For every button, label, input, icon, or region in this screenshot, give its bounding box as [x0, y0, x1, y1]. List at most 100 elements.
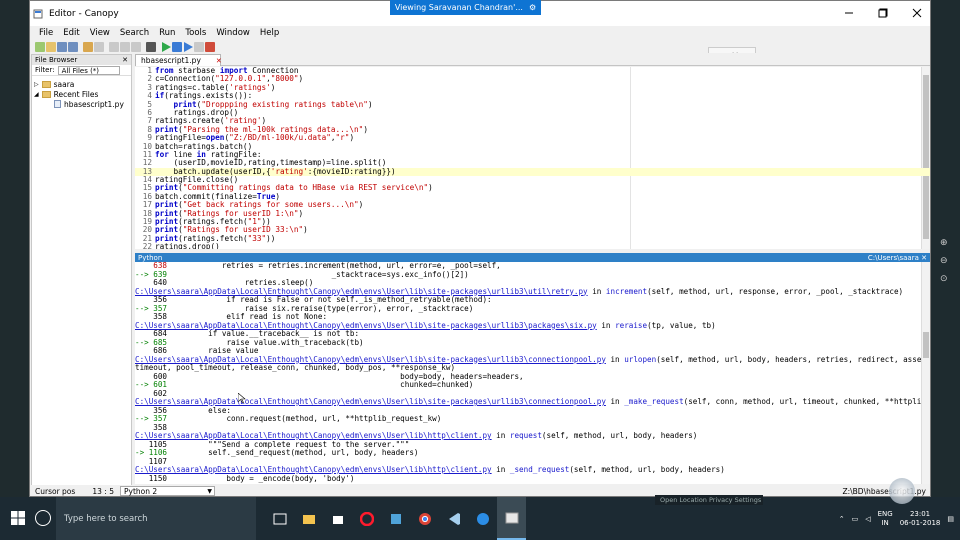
editor-tab-bar: hbasescript1.py ✕	[135, 53, 930, 66]
menu-window[interactable]: Window	[211, 27, 255, 40]
edge-icon[interactable]	[468, 497, 497, 540]
code-line[interactable]: 13 batch.update(userID,{'rating':{movieI…	[135, 166, 930, 177]
minimize-icon[interactable]	[842, 7, 856, 19]
windows-start-icon[interactable]	[7, 507, 29, 529]
console-text: (self, method, url, body, headers)	[569, 465, 725, 474]
console-text: (tp, value, tb)	[647, 320, 716, 330]
volume-icon[interactable]: ◁	[865, 515, 870, 523]
python-version-select[interactable]: Python 2 ▼	[120, 486, 215, 496]
menu-run[interactable]: Run	[154, 27, 180, 40]
zoom-out-icon[interactable]: ⊖	[940, 256, 952, 268]
run-selection-icon[interactable]	[172, 42, 182, 52]
console-text: in	[605, 354, 625, 364]
close-icon[interactable]: ✕	[921, 254, 927, 262]
chevron-right-icon[interactable]: ▷	[34, 81, 39, 88]
chrome-icon[interactable]	[410, 497, 439, 540]
console-text: in	[596, 320, 616, 330]
python-console[interactable]: 638 retries = retries.increment(method, …	[135, 262, 930, 484]
store-icon[interactable]	[323, 497, 352, 540]
mouse-cursor-icon	[238, 393, 246, 403]
cursor-position: Cursor pos 13 : 5	[35, 487, 120, 496]
new-file-icon[interactable]	[35, 42, 45, 52]
notifications-icon[interactable]: ▤	[947, 515, 954, 523]
file-explorer-icon[interactable]	[294, 497, 323, 540]
taskbar-apps	[265, 497, 526, 540]
code-line[interactable]: 9 ratingFile=open("Z:/BD/ml-100k/u.data",…	[135, 133, 930, 142]
canopy-editor-window: Editor - Canopy File Edit View Search Ru…	[29, 0, 931, 497]
network-icon[interactable]: ▭	[852, 515, 859, 523]
run-to-cursor-icon[interactable]	[184, 42, 193, 52]
console-line: -> 1106 self._send_request(method, url, …	[135, 448, 930, 458]
console-text: conn.request(method, url, **httplib_requ…	[167, 414, 442, 423]
stop-icon[interactable]	[194, 42, 204, 52]
clock[interactable]: 23:01 06-01-2018	[900, 510, 941, 528]
close-icon[interactable]: ✕	[122, 56, 128, 64]
restart-kernel-icon[interactable]	[205, 42, 215, 52]
chevron-up-icon[interactable]: ⌃	[839, 515, 845, 523]
zoom-in-icon[interactable]: ⊕	[940, 238, 952, 250]
chevron-down-icon[interactable]: ◢	[34, 91, 39, 98]
maximize-icon[interactable]	[876, 7, 890, 19]
close-tab-icon[interactable]: ✕	[216, 57, 222, 65]
tab-hbasescript1[interactable]: hbasescript1.py ✕	[135, 54, 222, 66]
menu-tools[interactable]: Tools	[180, 27, 211, 40]
undo-icon[interactable]	[83, 42, 93, 52]
python-shell-cwd: C:\Users\saara ✕	[867, 253, 927, 262]
save-all-icon[interactable]	[68, 42, 78, 52]
cut-icon[interactable]	[109, 42, 119, 52]
cursor-pos-label: Cursor pos	[35, 486, 76, 496]
open-folder-icon[interactable]	[46, 42, 56, 52]
menu-view[interactable]: View	[85, 27, 115, 40]
code-token: 'rating'	[270, 166, 308, 176]
console-text: reraise	[615, 320, 648, 330]
tree-item-hbasescript1[interactable]: hbasescript1.py	[34, 99, 129, 109]
debug-icon[interactable]	[146, 42, 156, 52]
file-browser-header: File Browser ✕	[32, 55, 131, 65]
console-text: in	[491, 465, 510, 474]
menu-edit[interactable]: Edit	[58, 27, 84, 40]
tree-item-recent-files[interactable]: ◢ Recent Files	[34, 89, 129, 99]
code-line[interactable]: 3 ratings=c.table('ratings')	[135, 82, 930, 92]
taskbar-search[interactable]: Type here to search	[56, 497, 256, 540]
save-icon[interactable]	[57, 42, 67, 52]
redo-icon[interactable]	[94, 42, 104, 52]
menu-search[interactable]: Search	[115, 27, 154, 40]
menu-help[interactable]: Help	[255, 27, 284, 40]
paste-icon[interactable]	[131, 42, 141, 52]
canopy-taskbar-icon[interactable]	[497, 497, 526, 540]
scrollbar-thumb[interactable]	[923, 332, 929, 358]
console-scrollbar[interactable]	[921, 262, 930, 484]
filter-label: Filter:	[35, 66, 55, 74]
tree-item-saara[interactable]: ▷ saara	[34, 79, 129, 89]
visual-studio-icon[interactable]	[439, 497, 468, 540]
opera-icon[interactable]	[352, 497, 381, 540]
close-icon[interactable]	[910, 7, 924, 19]
run-icon[interactable]	[162, 42, 171, 52]
filter-select[interactable]: All Files (*)	[57, 65, 120, 75]
search-input[interactable]: Type here to search	[64, 514, 148, 524]
console-text: (self, method, url, body, headers, retri…	[656, 354, 930, 364]
console-text: chunked=chunked)	[167, 380, 474, 389]
file-browser-panel: File Browser ✕ Filter: All Files (*) ▷ s…	[31, 54, 132, 486]
remote-viewer-badge-icon[interactable]	[889, 478, 915, 504]
code-token: )	[428, 183, 433, 193]
zoom-fit-icon[interactable]: ⊙	[940, 274, 952, 286]
code-line[interactable]: 22 ratings.drop()	[135, 242, 930, 249]
file-browser-title: File Browser	[35, 56, 78, 64]
console-text: increment	[605, 286, 648, 296]
code-token: )	[298, 208, 304, 218]
settings-icon[interactable]: ⚙	[529, 3, 536, 12]
code-line[interactable]: 5 print("Droppping existing ratings tabl…	[135, 100, 930, 109]
cortana-icon[interactable]	[35, 510, 51, 526]
location-privacy-notice[interactable]: Open Location Privacy Settings	[655, 495, 763, 505]
code-line[interactable]: 21 print(ratings.fetch("33"))	[135, 234, 930, 243]
line-number: 3	[147, 82, 152, 92]
code-editor[interactable]: 1 from starbase import Connection 2 c=Conne…	[135, 67, 930, 249]
menu-file[interactable]: File	[34, 27, 58, 40]
app-icon[interactable]	[381, 497, 410, 540]
screen-share-banner[interactable]: Viewing Saravanan Chandran'... ⚙	[390, 0, 541, 15]
task-view-icon[interactable]	[265, 497, 294, 540]
language-indicator[interactable]: ENG IN	[878, 510, 893, 528]
line-number: 4	[147, 91, 152, 101]
copy-icon[interactable]	[120, 42, 130, 52]
